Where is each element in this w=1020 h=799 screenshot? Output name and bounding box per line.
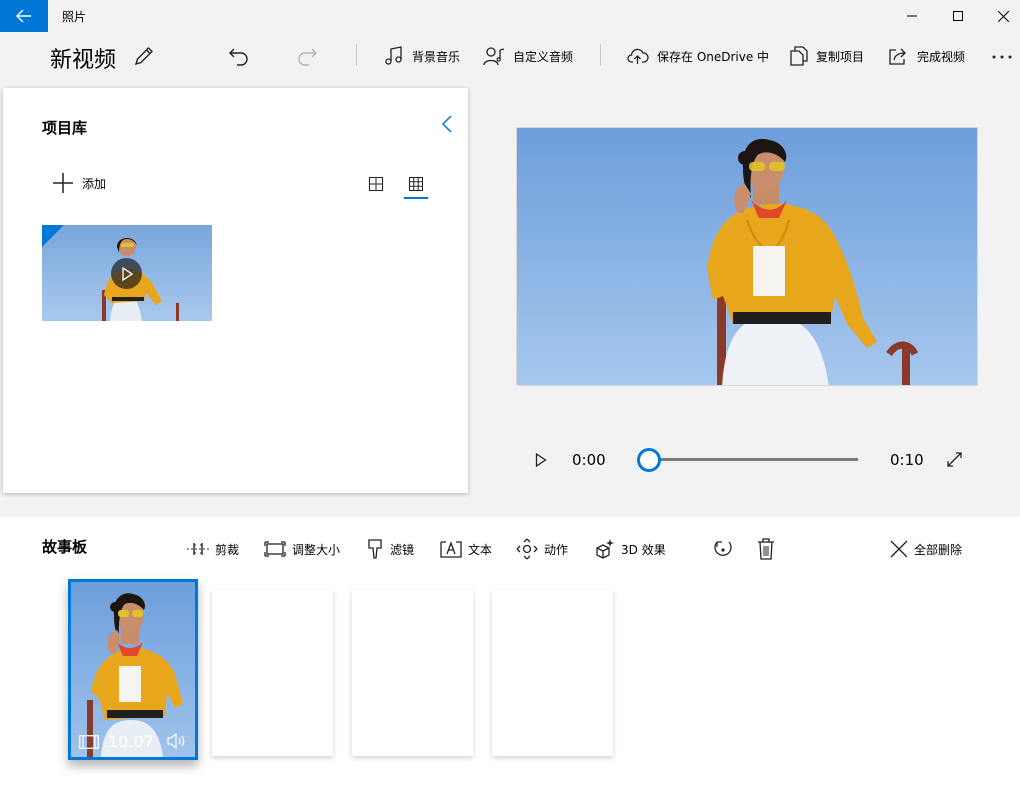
undo-icon (229, 48, 248, 66)
music-note-icon (385, 46, 402, 65)
clip-thumbnail-image (71, 582, 195, 757)
empty-storyboard-slot[interactable] (492, 590, 613, 756)
redo-button[interactable] (296, 45, 318, 67)
rotate-icon (714, 541, 732, 556)
save-onedrive-button[interactable]: 保存在 OneDrive 中 (627, 44, 769, 68)
thumbnail-play-badge (111, 258, 142, 289)
empty-storyboard-slot[interactable] (212, 590, 333, 756)
maximize-button[interactable] (935, 0, 981, 32)
cloud-upload-icon (627, 48, 649, 64)
film-icon (79, 735, 99, 749)
minimize-icon (907, 15, 917, 17)
save-onedrive-label: 保存在 OneDrive 中 (657, 49, 770, 64)
fullscreen-icon (947, 452, 962, 467)
remove-all-button[interactable]: 全部删除 (890, 538, 962, 560)
maximize-icon (953, 11, 963, 21)
fullscreen-button[interactable] (947, 452, 962, 467)
video-preview-frame (517, 128, 977, 385)
add-label: 添加 (82, 176, 107, 191)
project-title: 新视频 (50, 48, 117, 73)
storyboard-title: 故事板 (42, 538, 88, 556)
trim-icon (187, 543, 209, 555)
resize-icon (264, 541, 286, 557)
duplicate-project-button[interactable]: 复制项目 (790, 44, 864, 68)
pencil-icon (134, 47, 153, 66)
3d-effects-label: 3D 效果 (621, 542, 666, 557)
library-title: 项目库 (42, 119, 88, 137)
trim-label: 剪裁 (215, 542, 240, 557)
rename-button[interactable] (133, 45, 155, 67)
motion-label: 动作 (544, 542, 569, 557)
trash-icon (758, 538, 774, 560)
person-audio-icon (483, 47, 505, 66)
remove-all-label: 全部删除 (914, 542, 963, 557)
filter-icon (368, 539, 382, 559)
text-label: 文本 (468, 542, 493, 557)
close-button[interactable] (980, 0, 1020, 32)
copy-icon (790, 46, 808, 66)
plus-icon (53, 173, 73, 193)
text-button[interactable]: 文本 (440, 538, 492, 560)
toolbar-separator (600, 44, 601, 66)
resize-button[interactable]: 调整大小 (264, 538, 340, 560)
chevron-left-icon (441, 115, 452, 133)
selected-corner-marker (42, 225, 64, 247)
duplicate-project-label: 复制项目 (816, 49, 865, 64)
add-media-button[interactable]: 添加 (52, 172, 106, 194)
title-bar (0, 0, 1020, 32)
more-icon (992, 55, 1012, 59)
trim-button[interactable]: 剪裁 (187, 538, 239, 560)
background-music-label: 背景音乐 (412, 49, 461, 64)
seek-handle[interactable] (637, 448, 661, 472)
filter-button[interactable]: 滤镜 (366, 538, 414, 560)
back-arrow-icon (16, 9, 31, 23)
empty-storyboard-slot[interactable] (352, 590, 473, 756)
text-icon (440, 541, 462, 558)
close-icon (997, 10, 1009, 22)
delete-button[interactable] (756, 538, 776, 560)
3d-effects-button[interactable]: 3D 效果 (593, 538, 666, 560)
rotate-button[interactable] (712, 538, 734, 560)
clip-duration: 10.07 (108, 732, 154, 751)
minimize-button[interactable] (889, 0, 935, 32)
play-button[interactable] (535, 453, 547, 467)
motion-icon (516, 538, 538, 560)
small-grid-icon (409, 177, 423, 191)
background-music-button[interactable]: 背景音乐 (384, 44, 460, 68)
close-icon (890, 540, 908, 558)
large-grid-view-button[interactable] (369, 177, 383, 191)
finish-video-label: 完成视频 (917, 49, 966, 64)
more-button[interactable] (992, 55, 1012, 59)
3d-effects-icon (596, 539, 614, 559)
library-video-thumbnail[interactable] (42, 225, 212, 321)
resize-label: 调整大小 (292, 542, 341, 557)
small-grid-view-button[interactable] (404, 172, 428, 200)
finish-video-button[interactable]: 完成视频 (889, 44, 965, 68)
selected-view-indicator (404, 197, 428, 199)
toolbar-separator (356, 44, 357, 66)
volume-icon (167, 733, 185, 749)
video-preview[interactable] (516, 127, 978, 386)
clip-volume-button[interactable] (167, 733, 187, 749)
custom-audio-button[interactable]: 自定义音频 (483, 44, 573, 68)
app-title: 照片 (62, 10, 87, 24)
current-time: 0:00 (572, 451, 606, 469)
undo-button[interactable] (228, 45, 250, 67)
total-time: 0:10 (890, 451, 924, 469)
collapse-library-button[interactable] (440, 114, 454, 134)
seek-bar[interactable] (659, 458, 858, 461)
filter-label: 滤镜 (390, 542, 415, 557)
back-button[interactable] (0, 0, 48, 32)
redo-icon (298, 48, 317, 66)
large-grid-icon (369, 177, 383, 191)
share-export-icon (889, 48, 906, 65)
play-icon (535, 453, 547, 467)
motion-button[interactable]: 动作 (516, 538, 568, 560)
custom-audio-label: 自定义音频 (513, 49, 574, 64)
play-icon (121, 266, 133, 281)
storyboard-clip[interactable]: 10.07 (68, 579, 198, 760)
